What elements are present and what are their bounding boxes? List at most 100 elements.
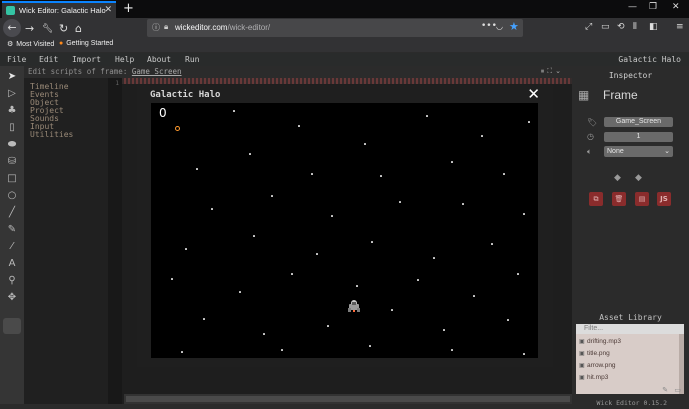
bookmark-most-visited[interactable]: ⚙ Most Visited [7,40,54,48]
sync-icon[interactable]: ⟲ [617,22,625,32]
star [462,203,464,205]
zoom-tool-icon[interactable]: ⚲ [5,274,19,288]
sound-select[interactable]: None ⌄ [604,146,673,157]
page-actions-icon[interactable]: ••• [481,21,497,31]
menu-help[interactable]: Help [115,55,134,64]
scripts-header: Edit scripts of frame: Game_Screen ⏸⛶⌄ [24,66,572,78]
eyedropper-tool-icon[interactable]: ⁄ [5,240,19,254]
info-icon[interactable]: ⓘ [152,22,160,33]
path-cursor-tool-icon[interactable]: ▷ [5,87,19,101]
fill-bucket-tool-icon[interactable]: ⛁ [5,155,19,169]
library-icon[interactable]: ⫴ [633,22,637,32]
wick-favicon-icon [6,6,15,15]
header-prefix: Edit scripts of frame: [28,67,128,76]
lock-icon: 🔒︎ [164,22,169,31]
home-button[interactable]: ⌂ [75,21,82,36]
star [249,153,251,155]
browser-tab[interactable]: Wick Editor: Galactic Halo ✕ [2,1,116,18]
menu-run[interactable]: Run [185,55,199,64]
paintbrush-tool-icon[interactable]: ♣ [5,104,19,118]
star [481,135,483,137]
menu-import[interactable]: Import [72,55,101,64]
maximize-icon[interactable]: ❐ [649,2,657,12]
star [491,243,493,245]
scrollbar-thumb[interactable] [126,396,570,402]
forward-button[interactable]: → [25,21,34,36]
header-frame-name: Game_Screen [131,67,182,76]
star [203,318,205,320]
star [443,329,445,331]
new-tab-button[interactable]: + [123,1,134,16]
cursor-tool-icon[interactable]: ➤ [5,70,19,84]
line-tool-icon[interactable]: ╱ [5,206,19,220]
preview-close-icon[interactable]: ✕ [527,85,540,103]
asset-scrollbar[interactable] [679,334,684,394]
spaceship-icon [348,300,360,312]
frame-name-input[interactable]: Game_Screen [604,117,673,127]
edit-frame-button[interactable]: ▤ [635,192,649,206]
edit-scripts-button[interactable]: JS [657,192,671,206]
sidebar-icon[interactable]: ◧ [649,22,658,32]
url-text[interactable]: wickeditor.com/wick-editor/ [175,23,270,32]
reload-button[interactable]: ↻ [59,21,68,36]
pen-tool-icon[interactable]: ✎ [5,223,19,237]
sound-file-icon: ▣ [579,375,585,381]
score-display: 0 [159,106,167,120]
pencil-tool-icon[interactable]: ▯ [5,121,19,135]
rectangle-tool-icon[interactable]: □ [5,172,19,186]
color-swatch-icon[interactable] [3,318,21,334]
inspector-panel: Inspector ▦ Frame 🏷︎ Game_Screen ◷ 1 🔈︎ … [572,66,689,311]
menu-file[interactable]: File [7,55,26,64]
url-host: wickeditor.com [175,23,228,32]
folder-icon[interactable]: ▭ [601,22,610,32]
asset-item[interactable]: ▣ title.png [579,348,610,359]
editor-horizontal-scrollbar[interactable] [124,394,572,404]
wrench-icon[interactable]: 🔧︎ [42,22,53,37]
asset-filter-input[interactable]: Filte... [576,324,684,334]
screen: Wick Editor: Galactic Halo ✕ + — ❐ ✕ ← →… [0,0,689,409]
asset-item[interactable]: ▣ arrow.png [579,360,616,371]
menu-about[interactable]: About [147,55,171,64]
pan-tool-icon[interactable]: ✥ [5,291,19,305]
version-label: Wick Editor 0.15.2 [596,399,667,407]
frame-length-input[interactable]: 1 [604,132,673,142]
star [433,257,435,259]
tab-close-icon[interactable]: ✕ [104,5,112,15]
star [181,351,183,353]
text-tool-icon[interactable]: A [5,257,19,271]
scripts-header-icons[interactable]: ⏸⛶⌄ [541,67,564,76]
bookmark-getting-started[interactable]: ● Getting Started [59,40,113,47]
asset-name: title.png [587,350,610,357]
asset-item[interactable]: ▣ drifting.mp3 [579,336,621,347]
preview-title: Galactic Halo [150,90,221,100]
sound-icon: 🔈︎ [587,147,592,156]
copy-frame-button[interactable]: ⧉ [589,192,603,206]
asset-actions-icons[interactable]: ✎ ▭ [662,386,683,394]
fullscreen-icon[interactable]: ⤢ [585,22,592,32]
star [281,349,283,351]
pocket-icon[interactable]: ◡ [496,22,503,31]
minimize-icon[interactable]: — [628,2,637,12]
menu-icon[interactable]: ≡ [676,22,684,32]
ellipse-tool-icon[interactable]: ○ [5,189,19,203]
tween-add-icon[interactable]: ◆ [614,173,621,183]
back-button[interactable]: ← [3,19,21,37]
game-canvas[interactable]: 0 [151,103,538,358]
bookmark-star-icon[interactable]: ★ [509,20,519,33]
bookmark-label: Getting Started [66,40,114,47]
project-name: Galactic Halo [618,55,681,64]
sound-select-value: None [607,148,624,155]
asset-item[interactable]: ▣ hit.mp3 [579,372,608,383]
star [473,295,475,297]
star [327,325,329,327]
url-bar[interactable]: ⓘ 🔒︎ wickeditor.com/wick-editor/ ••• ◡ ★ [147,19,523,37]
sound-file-icon: ▣ [579,339,585,345]
menu-edit[interactable]: Edit [39,55,58,64]
tween-remove-icon[interactable]: ◆ [635,173,642,183]
delete-frame-button[interactable]: 🗑︎ [612,192,626,206]
eraser-tool-icon[interactable]: ⬬ [5,138,19,152]
reference-utilities[interactable]: Utilities [30,130,73,139]
asset-name: arrow.png [587,362,616,369]
window-close-icon[interactable]: ✕ [672,2,680,12]
star [364,143,366,145]
